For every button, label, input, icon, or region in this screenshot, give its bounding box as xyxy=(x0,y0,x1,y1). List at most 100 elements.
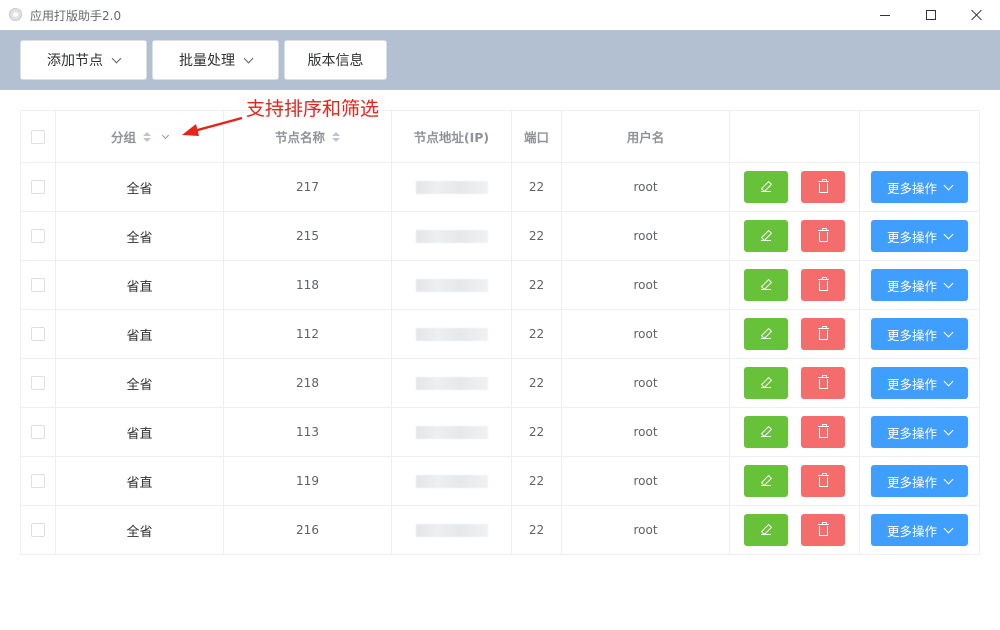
user-cell: root xyxy=(633,376,658,390)
edit-button[interactable] xyxy=(744,465,788,497)
chevron-down-icon xyxy=(943,474,954,484)
row-checkbox[interactable] xyxy=(31,376,45,390)
annotation-arrow-icon xyxy=(182,116,243,136)
close-button[interactable] xyxy=(954,0,1000,30)
trash-icon xyxy=(817,473,829,487)
more-actions-dropdown[interactable]: 更多操作 xyxy=(871,465,968,497)
pen-icon xyxy=(761,182,771,192)
edit-button[interactable] xyxy=(744,514,788,546)
more-actions-dropdown[interactable]: 更多操作 xyxy=(871,318,968,350)
table-row: 全省 215 22 root 更多操作 xyxy=(21,212,979,261)
ip-redacted xyxy=(415,327,488,341)
table-row: 全省 216 22 root 更多操作 xyxy=(21,506,979,555)
batch-dropdown[interactable]: 批量处理 xyxy=(152,40,279,80)
chevron-down-icon xyxy=(943,229,954,239)
row-checkbox[interactable] xyxy=(31,523,45,537)
more-actions-label: 更多操作 xyxy=(886,376,937,392)
port-cell: 22 xyxy=(528,425,545,439)
name-cell: 118 xyxy=(296,278,319,292)
ip-redacted xyxy=(415,523,488,537)
edit-button[interactable] xyxy=(744,416,788,448)
version-info-label: 版本信息 xyxy=(307,53,364,69)
maximize-button[interactable] xyxy=(908,0,954,30)
column-address-label: 节点地址(IP) xyxy=(413,130,490,145)
chevron-down-icon xyxy=(943,180,954,190)
name-cell: 113 xyxy=(296,425,319,439)
row-checkbox[interactable] xyxy=(31,474,45,488)
select-all-checkbox[interactable] xyxy=(31,129,45,144)
more-actions-dropdown[interactable]: 更多操作 xyxy=(871,171,968,203)
pen-icon xyxy=(761,329,771,339)
sort-icon[interactable] xyxy=(143,131,151,142)
more-actions-dropdown[interactable]: 更多操作 xyxy=(871,269,968,301)
column-name-label: 节点名称 xyxy=(274,130,325,145)
sort-icon[interactable] xyxy=(332,131,340,142)
row-checkbox[interactable] xyxy=(31,180,45,194)
pen-icon xyxy=(761,525,771,535)
title-bar: 应用打版助手2.0 xyxy=(0,0,1000,30)
trash-icon xyxy=(817,326,829,340)
ip-redacted xyxy=(415,474,488,488)
column-address: 节点地址(IP) xyxy=(392,111,512,162)
ip-redacted xyxy=(415,425,488,439)
user-cell: root xyxy=(633,523,658,537)
name-cell: 119 xyxy=(296,474,319,488)
more-actions-label: 更多操作 xyxy=(886,327,937,343)
port-cell: 22 xyxy=(528,180,545,194)
port-cell: 22 xyxy=(528,474,545,488)
column-port-label: 端口 xyxy=(523,130,549,145)
pen-icon xyxy=(761,231,771,241)
trash-icon xyxy=(817,179,829,193)
more-actions-dropdown[interactable]: 更多操作 xyxy=(871,220,968,252)
more-actions-dropdown[interactable]: 更多操作 xyxy=(871,514,968,546)
more-actions-dropdown[interactable]: 更多操作 xyxy=(871,416,968,448)
group-cell: 全省 xyxy=(126,524,153,540)
trash-icon xyxy=(817,375,829,389)
chevron-down-icon xyxy=(943,327,954,337)
delete-button[interactable] xyxy=(801,220,845,252)
row-checkbox[interactable] xyxy=(31,425,45,439)
table-row: 省直 118 22 root 更多操作 xyxy=(21,261,979,310)
delete-button[interactable] xyxy=(801,318,845,350)
annotation-text: 支持排序和筛选 xyxy=(246,98,380,120)
filter-icon[interactable] xyxy=(161,131,170,139)
pen-icon xyxy=(761,427,771,437)
row-checkbox[interactable] xyxy=(31,278,45,292)
edit-button[interactable] xyxy=(744,318,788,350)
row-checkbox[interactable] xyxy=(31,229,45,243)
name-cell: 215 xyxy=(296,229,319,243)
column-user-label: 用户名 xyxy=(626,130,665,145)
version-info-button[interactable]: 版本信息 xyxy=(284,40,387,80)
edit-button[interactable] xyxy=(744,269,788,301)
delete-button[interactable] xyxy=(801,367,845,399)
node-table: 分组 节点名称 节点地址(IP) 端口 用户名 全省 217 22 root 更多操作全… xyxy=(20,110,980,555)
toolbar: 添加节点 批量处理 版本信息 xyxy=(0,30,1000,90)
ip-redacted xyxy=(415,278,488,292)
group-cell: 省直 xyxy=(126,328,153,344)
chevron-down-icon xyxy=(943,523,954,533)
user-cell: root xyxy=(633,180,658,194)
chevron-down-icon xyxy=(943,425,954,435)
edit-button[interactable] xyxy=(744,171,788,203)
pen-icon xyxy=(761,378,771,388)
user-cell: root xyxy=(633,474,658,488)
group-cell: 省直 xyxy=(126,475,153,491)
row-checkbox[interactable] xyxy=(31,327,45,341)
table-row: 省直 112 22 root 更多操作 xyxy=(21,310,979,359)
table-row: 全省 217 22 root 更多操作 xyxy=(21,163,979,212)
edit-button[interactable] xyxy=(744,220,788,252)
delete-button[interactable] xyxy=(801,514,845,546)
column-group-label: 分组 xyxy=(110,130,136,145)
column-actions xyxy=(730,111,860,162)
delete-button[interactable] xyxy=(801,269,845,301)
more-actions-dropdown[interactable]: 更多操作 xyxy=(871,367,968,399)
minimize-button[interactable] xyxy=(862,0,908,30)
delete-button[interactable] xyxy=(801,416,845,448)
more-actions-label: 更多操作 xyxy=(886,180,937,196)
delete-button[interactable] xyxy=(801,171,845,203)
trash-icon xyxy=(817,228,829,242)
delete-button[interactable] xyxy=(801,465,845,497)
add-node-dropdown[interactable]: 添加节点 xyxy=(20,40,147,80)
group-cell: 省直 xyxy=(126,426,153,442)
edit-button[interactable] xyxy=(744,367,788,399)
